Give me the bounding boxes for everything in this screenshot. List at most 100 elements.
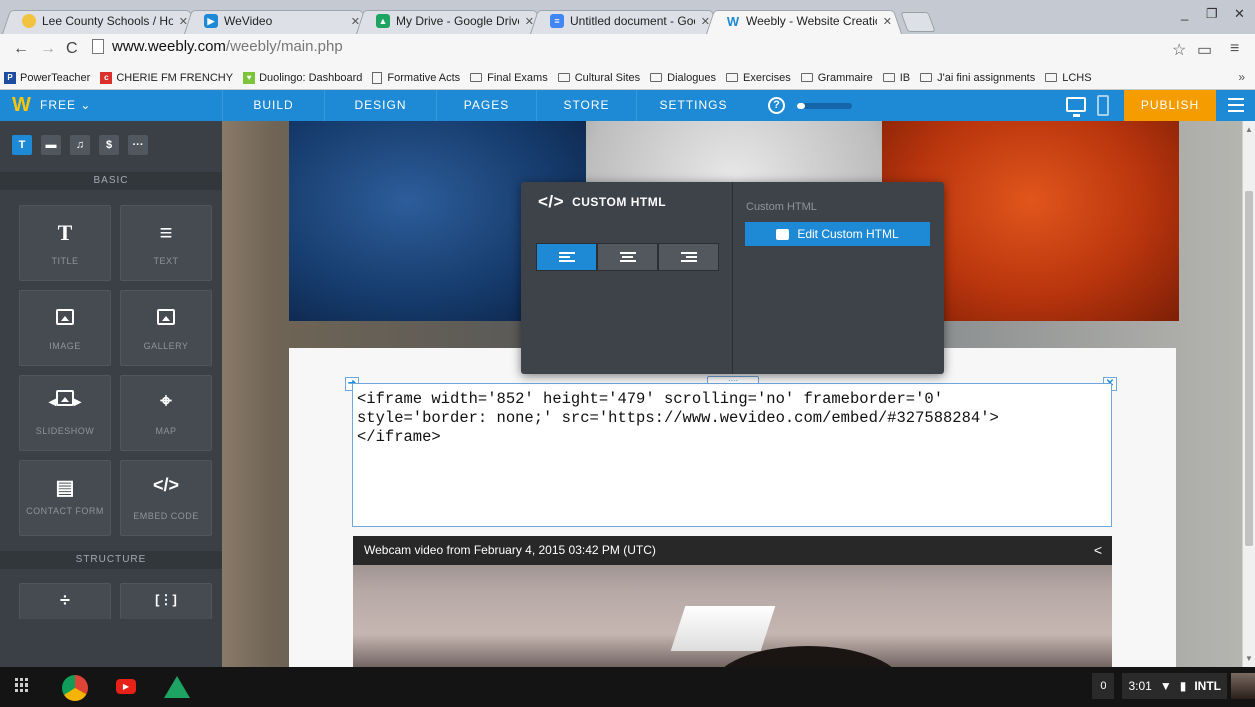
- bookmark-folder-cultural-sites[interactable]: Cultural Sites: [557, 72, 640, 84]
- code-tag-icon: </>: [538, 192, 565, 211]
- element-title[interactable]: T TITLE: [19, 205, 111, 281]
- tab-title: WeVideo: [224, 14, 273, 28]
- close-tab-icon[interactable]: ✕: [701, 15, 710, 28]
- folder-icon: [882, 73, 895, 82]
- align-right-button[interactable]: [658, 243, 719, 271]
- scroll-down-icon[interactable]: ▼: [1245, 654, 1253, 663]
- close-tab-icon[interactable]: ✕: [179, 15, 188, 28]
- bookmark-label: J'ai fini assignments: [937, 71, 1036, 84]
- popup-divider: [732, 182, 733, 374]
- tab-title: My Drive - Google Drive: [396, 14, 519, 28]
- restore-icon[interactable]: ❐: [1206, 6, 1218, 22]
- desktop-view-icon[interactable]: [1066, 97, 1086, 117]
- chrome-menu-icon[interactable]: ≡: [1230, 40, 1239, 58]
- edit-custom-html-button[interactable]: Edit Custom HTML: [745, 222, 930, 246]
- bookmark-folder-jai-fini[interactable]: J'ai fini assignments: [920, 72, 1035, 84]
- scrollbar-thumb[interactable]: [1245, 191, 1253, 546]
- element-image[interactable]: IMAGE: [19, 290, 111, 366]
- bookmark-cherie-fm[interactable]: c CHERIE FM FRENCHY: [100, 71, 233, 84]
- commerce-category-icon[interactable]: $: [99, 135, 119, 155]
- tab-wevideo[interactable]: ▶ WeVideo ✕: [184, 8, 370, 35]
- bookmark-folder-ib[interactable]: IB: [882, 72, 910, 84]
- bookmark-duolingo[interactable]: ♥ Duolingo: Dashboard: [243, 71, 362, 84]
- bookmark-folder-exercises[interactable]: Exercises: [726, 72, 791, 84]
- minimize-icon[interactable]: _: [1181, 6, 1188, 21]
- alignment-group: [536, 243, 719, 271]
- chrome-app-icon[interactable]: [62, 675, 88, 701]
- bookmark-folder-grammaire[interactable]: Grammaire: [800, 71, 873, 84]
- scroll-up-icon[interactable]: ▲: [1245, 125, 1253, 134]
- app-launcher-icon[interactable]: [15, 678, 29, 692]
- layout-category-icon[interactable]: ▬: [41, 135, 61, 155]
- close-window-icon[interactable]: ✕: [1234, 6, 1245, 22]
- bookmark-label: Formative Acts: [387, 71, 461, 84]
- edit-icon: [776, 228, 790, 240]
- embedded-video[interactable]: Webcam video from February 4, 2015 03:42…: [353, 536, 1112, 667]
- bookmark-label: Dialogues: [667, 71, 717, 84]
- forward-icon[interactable]: →: [40, 40, 56, 58]
- share-icon[interactable]: <: [1094, 536, 1102, 565]
- align-center-button[interactable]: [597, 243, 658, 271]
- plan-menu[interactable]: W FREE ⌄: [0, 90, 222, 121]
- publish-button[interactable]: PUBLISH: [1124, 90, 1216, 121]
- more-bookmarks-icon[interactable]: »: [1238, 70, 1245, 84]
- user-avatar[interactable]: [1231, 673, 1255, 699]
- weebly-top-bar: W FREE ⌄ BUILD DESIGN PAGES STORE SETTIN…: [0, 90, 1255, 121]
- element-text[interactable]: ≡ TEXT: [120, 205, 212, 281]
- youtube-app-icon[interactable]: ▶: [116, 679, 136, 694]
- gallery-icon: [121, 305, 211, 331]
- element-slideshow[interactable]: ◂ ▸ SLIDESHOW: [19, 375, 111, 451]
- back-icon[interactable]: ←: [13, 40, 29, 58]
- section-structure: STRUCTURE: [0, 551, 222, 569]
- nav-settings[interactable]: SETTINGS: [636, 90, 750, 121]
- cast-icon[interactable]: ▭: [1197, 40, 1212, 60]
- tab-title: Untitled document - Goo: [570, 14, 695, 28]
- hamburger-menu-icon[interactable]: [1228, 98, 1244, 116]
- wifi-icon: ▼: [1159, 679, 1172, 693]
- bookmark-label: Grammaire: [817, 71, 873, 84]
- element-contact-form[interactable]: ▤ CONTACT FORM: [19, 460, 111, 536]
- nav-store[interactable]: STORE: [536, 90, 636, 121]
- page-scrollbar[interactable]: ▲ ▼: [1242, 121, 1255, 667]
- mobile-view-icon[interactable]: [1097, 95, 1109, 116]
- nav-design[interactable]: DESIGN: [324, 90, 436, 121]
- nav-build[interactable]: BUILD: [222, 90, 324, 121]
- tab-title: Lee County Schools / Hor: [42, 14, 173, 28]
- align-left-button[interactable]: [536, 243, 597, 271]
- close-tab-icon[interactable]: ✕: [883, 15, 892, 28]
- reload-icon[interactable]: C: [66, 40, 78, 58]
- system-tray[interactable]: 0 3:01 ▼ ▮ INTL: [1092, 673, 1255, 699]
- custom-html-editor[interactable]: <iframe width='852' height='479' scrolli…: [352, 383, 1112, 527]
- close-tab-icon[interactable]: ✕: [525, 15, 534, 28]
- bookmark-powerteacher[interactable]: P PowerTeacher: [4, 71, 90, 84]
- bookmark-folder-lchs[interactable]: LCHS: [1045, 72, 1092, 84]
- tab-lee-county-schools[interactable]: Lee County Schools / Hor ✕: [2, 8, 198, 35]
- more-category-icon[interactable]: ···: [128, 135, 148, 155]
- element-spacer[interactable]: [⋮]: [120, 583, 212, 621]
- tab-weebly[interactable]: W Weebly - Website Creatic ✕: [706, 8, 902, 35]
- tab-title: Weebly - Website Creatic: [746, 14, 877, 28]
- help-icon[interactable]: ?: [768, 97, 785, 114]
- element-embed-code[interactable]: </> EMBED CODE: [120, 460, 212, 536]
- address-bar[interactable]: www.weebly.com/weebly/main.php: [92, 38, 343, 55]
- weebly-favicon-icon: W: [726, 13, 740, 29]
- bookmark-formative-acts[interactable]: Formative Acts: [372, 71, 461, 84]
- google-drive-app-icon[interactable]: [164, 676, 190, 698]
- tab-google-docs[interactable]: ≡ Untitled document - Goo ✕: [530, 8, 720, 35]
- html-code-text[interactable]: <iframe width='852' height='479' scrolli…: [357, 390, 999, 447]
- setup-progress-bar[interactable]: [797, 103, 852, 109]
- bookmark-folder-final-exams[interactable]: Final Exams: [470, 72, 548, 84]
- media-category-icon[interactable]: ♫: [70, 135, 90, 155]
- element-gallery[interactable]: GALLERY: [120, 290, 212, 366]
- bookmark-folder-dialogues[interactable]: Dialogues: [650, 72, 716, 84]
- element-divider[interactable]: ÷: [19, 583, 111, 621]
- text-category-icon[interactable]: T: [12, 135, 32, 155]
- tab-google-drive[interactable]: ▲ My Drive - Google Drive ✕: [356, 8, 544, 35]
- new-tab-button[interactable]: [900, 12, 936, 32]
- element-map[interactable]: ⌖ MAP: [120, 375, 212, 451]
- bookmark-star-icon[interactable]: ☆: [1172, 40, 1186, 60]
- close-tab-icon[interactable]: ✕: [351, 15, 360, 28]
- notification-count[interactable]: 0: [1092, 673, 1115, 699]
- powerteacher-icon: P: [4, 71, 16, 84]
- nav-pages[interactable]: PAGES: [436, 90, 536, 121]
